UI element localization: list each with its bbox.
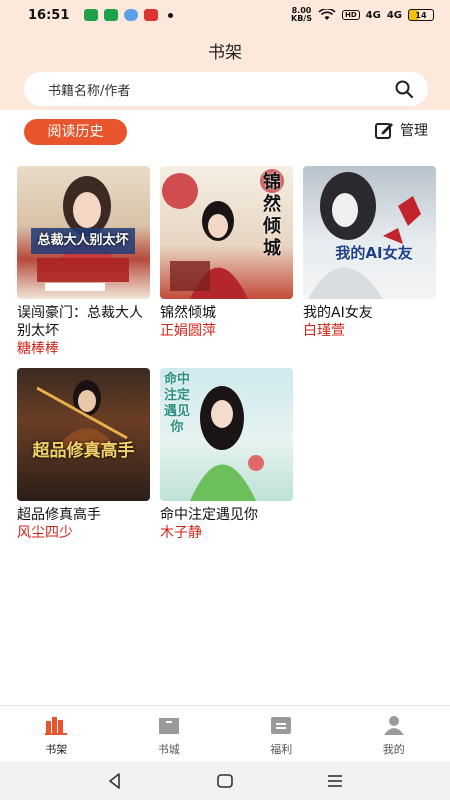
status-bar: 16:51 8.00 KB/S HD 4G 4G 14 bbox=[0, 0, 450, 30]
app-notification-icon bbox=[84, 9, 98, 21]
book-cover[interactable]: 命中注定遇见你 bbox=[160, 368, 293, 501]
nav-welfare[interactable]: 福利 bbox=[225, 706, 338, 761]
book-title[interactable]: 超品修真高手 bbox=[17, 506, 150, 524]
book-title[interactable]: 我的AI女友 bbox=[303, 304, 436, 322]
book-title[interactable]: 误闯豪门：总裁大人别太坏 bbox=[17, 304, 150, 340]
network-speed: 8.00 KB/S bbox=[291, 7, 312, 23]
notification-icons bbox=[84, 9, 173, 21]
book-cover[interactable]: 我的AI女友 bbox=[303, 166, 436, 299]
manage-label: 管理 bbox=[400, 123, 428, 139]
signal-strength-2: 4G bbox=[386, 9, 402, 21]
bottom-navigation: 书架 书城 福利 我的 bbox=[0, 705, 450, 761]
book-cover[interactable]: 总裁大人别太坏 bbox=[17, 166, 150, 299]
bookstore-icon bbox=[158, 718, 179, 734]
status-time: 16:51 bbox=[28, 7, 70, 23]
book-card[interactable]: 我的AI女友 我的AI女友 白瑾萱 bbox=[303, 166, 436, 340]
reading-history-tab[interactable]: 阅读历史 bbox=[24, 119, 127, 145]
edit-icon bbox=[375, 123, 393, 139]
search-icon[interactable] bbox=[394, 79, 414, 99]
nav-label: 福利 bbox=[270, 743, 293, 756]
app-notification-icon bbox=[124, 9, 138, 21]
cover-title-text: 命中注定遇见你 bbox=[164, 372, 191, 435]
book-card[interactable]: 命中注定遇见你 命中注定遇见你 木子静 bbox=[160, 368, 293, 542]
home-icon[interactable] bbox=[215, 771, 235, 791]
nav-profile[interactable]: 我的 bbox=[338, 706, 450, 761]
nav-bookstore[interactable]: 书城 bbox=[113, 706, 226, 761]
back-icon[interactable] bbox=[105, 771, 125, 791]
book-author: 白瑾萱 bbox=[303, 323, 345, 339]
menu-icon[interactable] bbox=[325, 771, 345, 791]
book-author: 木子静 bbox=[160, 525, 202, 541]
page-title: 书架 bbox=[208, 43, 242, 63]
network-speed-unit: KB/S bbox=[291, 14, 312, 23]
gift-icon bbox=[271, 717, 292, 734]
nav-label: 我的 bbox=[382, 743, 405, 756]
book-author: 正娟圆萍 bbox=[160, 323, 216, 339]
profile-icon bbox=[383, 716, 404, 735]
cover-illustration bbox=[308, 172, 421, 299]
search-input[interactable]: 书籍名称/作者 bbox=[24, 72, 428, 106]
book-cover[interactable]: 锦然倾城 bbox=[160, 166, 293, 299]
book-card[interactable]: 总裁大人别太坏 误闯豪门：总裁大人别太坏 糖棒棒 bbox=[17, 166, 150, 358]
nav-label: 书架 bbox=[45, 743, 68, 756]
manage-button[interactable]: 管理 bbox=[374, 119, 428, 141]
search-placeholder: 书籍名称/作者 bbox=[48, 83, 131, 99]
signal-strength-1: 4G bbox=[365, 9, 381, 21]
cover-illustration bbox=[36, 380, 128, 448]
battery-indicator: 14 bbox=[408, 9, 434, 21]
cover-title-text: 锦然倾城 bbox=[263, 172, 281, 259]
bookshelf-icon bbox=[45, 717, 68, 735]
book-card[interactable]: 超品修真高手 超品修真高手 风尘四少 bbox=[17, 368, 150, 542]
hd-badge: HD bbox=[341, 10, 360, 20]
book-cover[interactable]: 超品修真高手 bbox=[17, 368, 150, 501]
cover-title-text: 我的AI女友 bbox=[335, 244, 413, 262]
cover-title-text: 总裁大人别太坏 bbox=[37, 233, 129, 248]
book-card[interactable]: 锦然倾城 锦然倾城 正娟圆萍 bbox=[160, 166, 293, 340]
book-title[interactable]: 命中注定遇见你 bbox=[160, 506, 293, 524]
book-author: 糖棒棒 bbox=[17, 341, 59, 357]
system-navigation-bar bbox=[0, 761, 450, 800]
wifi-icon bbox=[318, 9, 336, 20]
status-indicators: 8.00 KB/S HD 4G 4G 14 bbox=[291, 7, 434, 23]
nav-label: 书城 bbox=[157, 743, 180, 756]
app-notification-icon bbox=[104, 9, 118, 21]
nav-bookshelf[interactable]: 书架 bbox=[0, 706, 113, 761]
cover-title-text: 超品修真高手 bbox=[32, 441, 135, 461]
book-title[interactable]: 锦然倾城 bbox=[160, 304, 293, 322]
more-notifications-dot bbox=[168, 12, 173, 18]
app-notification-icon bbox=[144, 9, 158, 21]
book-author: 风尘四少 bbox=[17, 525, 73, 541]
